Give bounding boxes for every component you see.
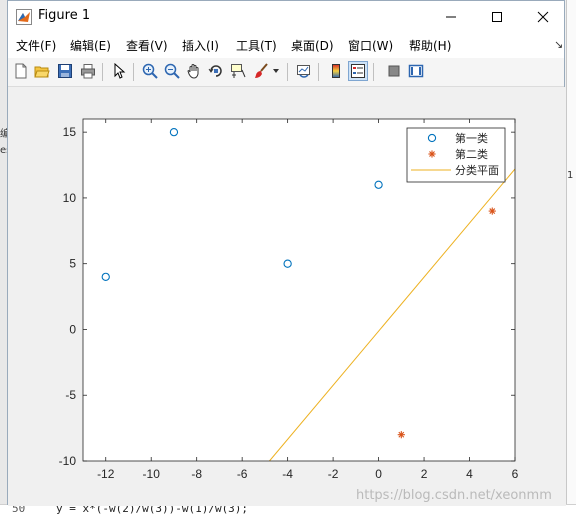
y-tick-label: -10: [59, 454, 77, 468]
y-tick-label: 0: [69, 322, 76, 336]
watermark-text: https://blog.csdn.net/xeonmm: [356, 488, 552, 503]
zoom-in-icon: [142, 63, 158, 79]
data-point-class2: [488, 207, 496, 215]
window-title: Figure 1: [38, 8, 91, 23]
toolbar-separator: [318, 63, 319, 81]
menu-desktop[interactable]: 桌面(D): [291, 37, 334, 54]
data-cursor-icon: [231, 64, 246, 78]
open-file-icon: [34, 66, 50, 78]
toolbar-separator: [373, 63, 374, 81]
menu-file[interactable]: 文件(F): [16, 37, 56, 54]
y-tick-label: 15: [63, 125, 77, 139]
x-tick-label: -8: [191, 467, 202, 481]
plot-svg: -12 -10 -8 -6 -4 -2 0 2 4 6 -10 -5 0 5 10 15 第一类第二类分类平面: [59, 118, 519, 481]
hide-plot-tools-button[interactable]: [384, 61, 404, 81]
legend-label: 第二类: [455, 147, 488, 161]
x-tick-label: -6: [237, 467, 248, 481]
background-right-tab: 1: [567, 170, 574, 181]
matlab-logo-icon: [16, 9, 32, 25]
pan-icon: [187, 64, 199, 79]
save-icon: [58, 64, 72, 78]
zoom-out-button[interactable]: [162, 61, 182, 81]
toolbar-separator: [133, 63, 134, 81]
pointer-button[interactable]: [109, 61, 129, 81]
new-figure-icon: [15, 63, 27, 79]
maximize-icon: [492, 11, 502, 22]
toolbar-separator: [287, 63, 288, 81]
pointer-icon: [114, 63, 126, 79]
rotate-3d-button[interactable]: [206, 61, 226, 81]
legend-label: 分类平面: [455, 163, 499, 177]
maximize-button[interactable]: [474, 1, 520, 32]
menu-help[interactable]: 帮助(H): [409, 37, 451, 54]
brush-button[interactable]: [251, 61, 271, 81]
close-button[interactable]: [520, 1, 566, 32]
menu-insert[interactable]: 插入(I): [182, 37, 219, 54]
new-figure-button[interactable]: [11, 61, 31, 81]
colorbar-button[interactable]: [326, 61, 346, 81]
x-tick-label: -2: [328, 467, 339, 481]
menu-edit[interactable]: 编辑(E): [70, 37, 111, 54]
toolbar-separator: [102, 63, 103, 81]
zoom-out-icon: [164, 63, 180, 79]
menu-tools[interactable]: 工具(T): [236, 37, 277, 54]
link-plot-icon: [297, 65, 310, 78]
close-icon: [537, 11, 549, 22]
data-cursor-button[interactable]: [228, 61, 248, 81]
menu-window[interactable]: 窗口(W): [348, 37, 393, 54]
rotate-3d-icon: [208, 65, 222, 77]
brush-icon: [255, 63, 268, 78]
save-button[interactable]: [55, 61, 75, 81]
x-tick-label: 4: [466, 467, 473, 481]
minimize-button[interactable]: [428, 1, 474, 32]
open-file-button[interactable]: [32, 61, 52, 81]
y-tick-label: -5: [65, 388, 76, 402]
menu-bar: 文件(F) 编辑(E) 查看(V) 插入(I) 工具(T) 桌面(D) 窗口(W…: [8, 32, 564, 58]
print-button[interactable]: [78, 61, 98, 81]
figure-canvas: -12 -10 -8 -6 -4 -2 0 2 4 6 -10 -5 0 5 10 15 第一类 第二类 分类平面 …: [8, 87, 566, 506]
toolbar: [8, 58, 564, 87]
menu-overflow-icon[interactable]: ↘: [554, 38, 563, 51]
title-bar[interactable]: Figure 1: [8, 1, 564, 32]
y-tick-label: 10: [63, 191, 77, 205]
legend-button[interactable]: [348, 61, 368, 81]
pan-button[interactable]: [184, 61, 204, 81]
x-tick-label: -12: [97, 467, 115, 481]
x-tick-label: 6: [512, 467, 519, 481]
legend-label: 第一类: [455, 131, 488, 145]
print-icon: [81, 64, 95, 79]
zoom-in-button[interactable]: [140, 61, 160, 81]
legend-icon: [351, 64, 365, 78]
brush-dropdown-button[interactable]: [271, 61, 281, 81]
colorbar-icon: [332, 64, 340, 78]
x-tick-label: -4: [282, 467, 293, 481]
figure-window: Figure 1 文件(F) 编辑(E) 查看(V) 插入(I) 工具(T) 桌…: [7, 0, 566, 506]
link-plot-button[interactable]: [294, 61, 314, 81]
x-tick-label: -10: [143, 467, 161, 481]
y-tick-label: 5: [69, 257, 76, 271]
minimize-icon: [446, 16, 456, 17]
brush-dropdown-icon: [273, 69, 279, 73]
show-plot-tools-icon: [408, 64, 424, 78]
background-right-panel: [566, 0, 576, 514]
x-tick-label: 2: [421, 467, 428, 481]
x-tick-label: 0: [375, 467, 382, 481]
hide-plot-tools-icon: [388, 65, 400, 77]
show-plot-tools-button[interactable]: [406, 61, 426, 81]
menu-view[interactable]: 查看(V): [126, 37, 168, 54]
